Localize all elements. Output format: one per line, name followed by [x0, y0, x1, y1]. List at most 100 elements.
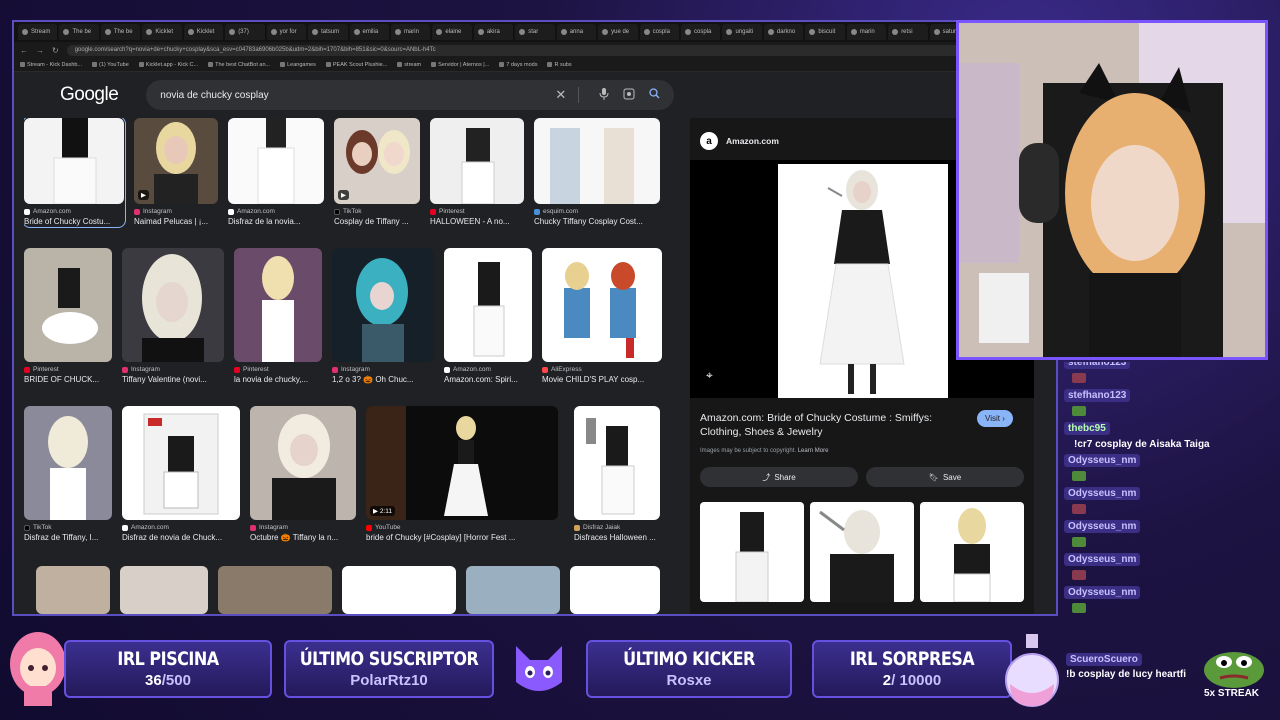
- bookmark-item[interactable]: PEAK Scout Plushie...: [325, 62, 387, 68]
- result-card[interactable]: Instagram 1,2 o 3? 🎃 Oh Chuc...: [332, 248, 434, 384]
- browser-tab[interactable]: retsi: [888, 24, 928, 40]
- result-thumbnail[interactable]: [24, 406, 112, 520]
- reload-icon[interactable]: ↻: [52, 46, 59, 55]
- browser-tab[interactable]: cospla: [639, 24, 679, 40]
- result-thumbnail[interactable]: [430, 118, 524, 204]
- result-card[interactable]: Amazon.com Amazon.com: Spiri...: [444, 248, 532, 384]
- result-card[interactable]: esquim.com Chucky Tiffany Cosplay Cost..…: [534, 118, 660, 226]
- bookmark-item[interactable]: Servidor | Aternos |...: [431, 62, 489, 68]
- result-title[interactable]: 1,2 o 3? 🎃 Oh Chuc...: [332, 375, 434, 384]
- browser-tab[interactable]: darkno: [763, 24, 804, 40]
- result-title[interactable]: Disfraces Halloween ...: [574, 533, 670, 542]
- google-logo[interactable]: Google: [60, 84, 119, 106]
- result-thumbnail[interactable]: [234, 248, 322, 362]
- browser-tab[interactable]: cospla: [681, 24, 721, 40]
- browser-tab[interactable]: tatsum: [308, 24, 348, 40]
- result-thumbnail[interactable]: ▶ 2:11: [366, 406, 558, 520]
- browser-tab[interactable]: marin: [846, 24, 887, 40]
- result-title[interactable]: Naimad Pelucas | ¡...: [134, 217, 218, 226]
- bookmark-item[interactable]: The best ChatBot an...: [208, 62, 270, 68]
- related-image[interactable]: [810, 502, 914, 602]
- chat-username[interactable]: Odysseus_nm: [1064, 487, 1141, 500]
- result-card[interactable]: Amazon.com Disfraz de novia de Chuck...: [122, 406, 240, 542]
- panel-source[interactable]: Amazon.com: [726, 136, 779, 146]
- result-card[interactable]: Instagram Octubre 🎃 Tiffany la n...: [250, 406, 356, 542]
- browser-tab[interactable]: Kicklet: [183, 24, 224, 40]
- result-card[interactable]: Instagram Tiffany Valentine (novi...: [122, 248, 224, 384]
- browser-tab[interactable]: star: [515, 24, 555, 40]
- result-thumbnail[interactable]: [534, 118, 660, 204]
- related-image[interactable]: [920, 502, 1024, 602]
- chat-username[interactable]: thebc95: [1064, 422, 1110, 435]
- result-title[interactable]: Disfraz de la novia...: [228, 217, 324, 226]
- save-button[interactable]: 🔖︎ Save: [866, 467, 1024, 487]
- result-title[interactable]: Bride of Chucky Costu...: [24, 217, 124, 226]
- result-thumbnail[interactable]: [218, 566, 332, 614]
- result-title[interactable]: Chucky Tiffany Cosplay Cost...: [534, 217, 660, 226]
- result-card[interactable]: Pinterest HALLOWEEN - A no...: [430, 118, 524, 226]
- result-title[interactable]: Disfraz de Tiffany, I...: [24, 533, 112, 542]
- visit-button[interactable]: Visit ›: [977, 410, 1013, 427]
- result-thumbnail[interactable]: [466, 566, 560, 614]
- result-title[interactable]: bride of Chucky [#Cosplay] [Horror Fest …: [366, 533, 558, 542]
- browser-tab[interactable]: marin: [390, 24, 431, 40]
- result-thumbnail[interactable]: [342, 566, 456, 614]
- result-title[interactable]: la novia de chucky,...: [234, 375, 322, 384]
- bookmark-item[interactable]: stream: [397, 62, 421, 68]
- result-title[interactable]: Movie CHILD'S PLAY cosp...: [542, 375, 662, 384]
- result-thumbnail[interactable]: [570, 566, 660, 614]
- result-card[interactable]: Pinterest BRIDE OF CHUCK...: [24, 248, 112, 384]
- chat-username[interactable]: stefhano123: [1064, 389, 1131, 402]
- browser-tab[interactable]: The be: [59, 24, 99, 40]
- browser-tab[interactable]: akira: [473, 24, 514, 40]
- browser-tab[interactable]: Stream: [18, 24, 58, 40]
- chat-username[interactable]: Odysseus_nm: [1064, 520, 1141, 533]
- chat-username[interactable]: stefhano123: [1064, 362, 1131, 369]
- result-thumbnail[interactable]: [24, 118, 124, 204]
- clear-icon[interactable]: ✕: [555, 87, 580, 103]
- result-thumbnail[interactable]: [542, 248, 662, 362]
- related-image[interactable]: [700, 502, 804, 602]
- result-title[interactable]: HALLOWEEN - A no...: [430, 217, 524, 226]
- chat-username[interactable]: Odysseus_nm: [1064, 553, 1141, 566]
- browser-tab[interactable]: Kicklet: [142, 24, 182, 40]
- result-title[interactable]: Tiffany Valentine (novi...: [122, 375, 224, 384]
- result-thumbnail[interactable]: [122, 248, 224, 362]
- chat-username[interactable]: Odysseus_nm: [1064, 586, 1141, 599]
- result-card[interactable]: TikTok Disfraz de Tiffany, I...: [24, 406, 112, 542]
- result-card[interactable]: Disfraz Jaiak Disfraces Halloween ...: [574, 406, 670, 542]
- search-box[interactable]: novia de chucky cosplay ✕: [146, 80, 675, 110]
- browser-tab[interactable]: emilia: [349, 24, 389, 40]
- result-thumbnail[interactable]: [574, 406, 660, 520]
- result-thumbnail[interactable]: [228, 118, 324, 204]
- forward-icon[interactable]: →: [36, 46, 44, 55]
- bookmark-item[interactable]: Stream - Kick Dashb...: [20, 62, 82, 68]
- browser-tab[interactable]: biscuit: [805, 24, 845, 40]
- bookmark-item[interactable]: R subs: [547, 62, 572, 68]
- bookmark-item[interactable]: 7 days mods: [499, 62, 537, 68]
- result-title[interactable]: Disfraz de novia de Chuck...: [122, 533, 240, 542]
- result-card[interactable]: AliExpress Movie CHILD'S PLAY cosp...: [542, 248, 662, 384]
- back-icon[interactable]: ←: [20, 46, 28, 55]
- bookmark-item[interactable]: Kicklet.app - Kick C...: [138, 62, 198, 68]
- result-card[interactable]: ▶ TikTok Cosplay de Tiffany ...: [334, 118, 420, 226]
- browser-tab[interactable]: anna: [556, 24, 597, 40]
- result-card[interactable]: ▶ 2:11 YouTube bride of Chucky [#Cosplay…: [366, 406, 558, 542]
- result-title[interactable]: BRIDE OF CHUCK...: [24, 375, 112, 384]
- panel-title[interactable]: Amazon.com: Bride of Chucky Costume : Sm…: [700, 411, 960, 439]
- result-thumbnail[interactable]: [120, 566, 208, 614]
- browser-tab[interactable]: elaine: [432, 24, 472, 40]
- result-title[interactable]: Amazon.com: Spiri...: [444, 375, 532, 384]
- result-thumbnail[interactable]: ▶: [134, 118, 218, 204]
- search-input[interactable]: novia de chucky cosplay: [160, 90, 555, 101]
- lens-search-icon[interactable]: ⌖: [706, 368, 713, 383]
- result-thumbnail[interactable]: [122, 406, 240, 520]
- search-icon[interactable]: [649, 88, 660, 102]
- result-card[interactable]: Pinterest la novia de chucky,...: [234, 248, 322, 384]
- result-card[interactable]: Amazon.com Bride of Chucky Costu...: [24, 118, 126, 228]
- browser-tab[interactable]: The be: [100, 24, 141, 40]
- result-title[interactable]: Cosplay de Tiffany ...: [334, 217, 420, 226]
- lens-icon[interactable]: [623, 88, 635, 103]
- browser-tab[interactable]: yor for: [266, 24, 307, 40]
- chat-username[interactable]: Odysseus_nm: [1064, 454, 1141, 467]
